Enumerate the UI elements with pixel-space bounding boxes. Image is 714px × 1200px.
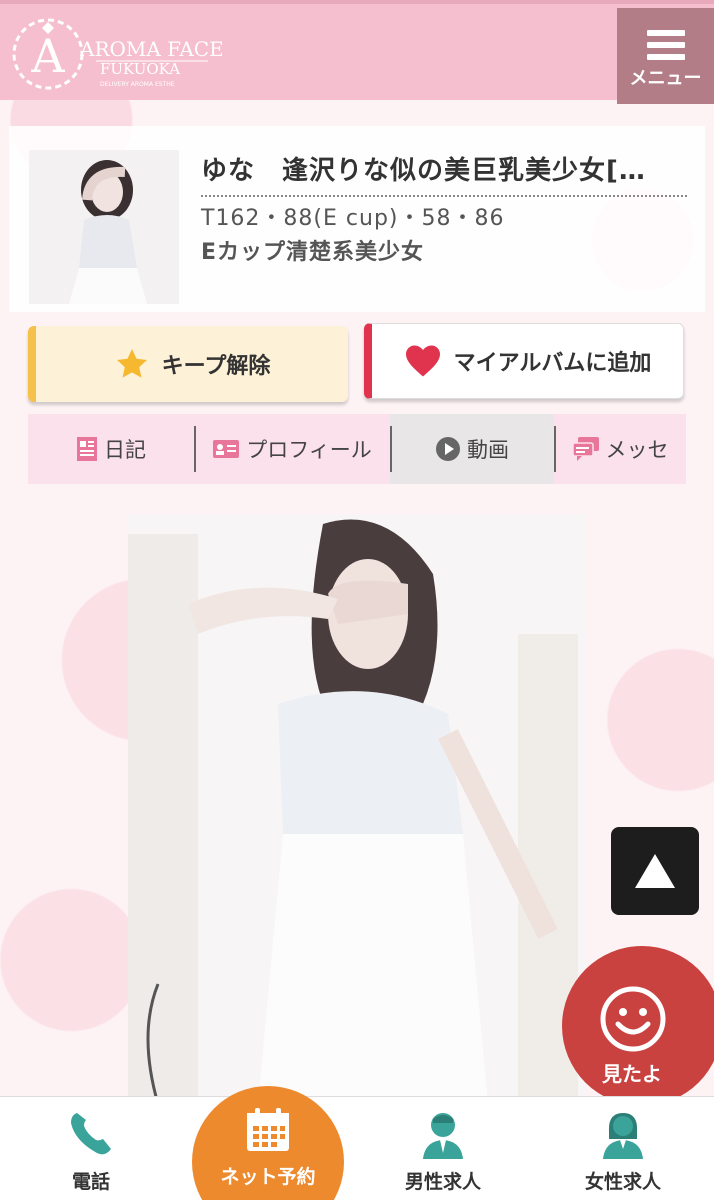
footer-phone-label: 電話 <box>71 1171 110 1193</box>
scroll-to-top-button[interactable] <box>611 827 699 915</box>
profile-name: ゆな 逢沢りな似の美巨乳美少女[… <box>201 150 687 197</box>
play-icon <box>436 437 460 461</box>
logo-subtitle: FUKUOKA <box>100 60 180 78</box>
up-arrow-icon <box>635 854 675 888</box>
phone-icon <box>71 1113 111 1155</box>
site-header: A AROMA FACE FUKUOKA DELIVERY AROMA ESTH… <box>0 0 714 104</box>
tab-profile-label: プロフィール <box>246 438 372 462</box>
logo-letter: A <box>30 29 65 83</box>
tab-message[interactable]: メッセ <box>554 414 686 484</box>
tab-message-label: メッセ <box>605 438 669 462</box>
footer-nav: 電話 男性求人 女性求人 <box>0 1096 714 1200</box>
hamburger-icon <box>646 30 685 60</box>
mitayo-button[interactable]: 見たよ <box>562 946 714 1106</box>
tab-video-label: 動画 <box>467 438 509 462</box>
star-icon <box>116 349 147 378</box>
heart-icon <box>405 345 440 377</box>
add-to-album-button[interactable]: マイアルバムに追加 <box>364 323 684 399</box>
profile-card-icon <box>213 440 240 458</box>
girl-photo-image <box>128 514 586 1104</box>
mitayo-label: 見たよ <box>602 1062 662 1086</box>
site-logo[interactable]: A AROMA FACE FUKUOKA DELIVERY AROMA ESTH… <box>12 16 224 96</box>
profile-tabs: 日記 プロフィール 動画 メッセ <box>28 414 686 484</box>
add-to-album-label: マイアルバムに追加 <box>453 351 652 376</box>
profile-stats: T162・88(E cup)・58・86 <box>201 206 505 231</box>
smile-icon <box>600 986 666 1052</box>
footer-male-jobs-button[interactable]: 男性求人 <box>368 1097 518 1200</box>
logo-tagline: DELIVERY AROMA ESTHE <box>100 81 175 88</box>
menu-label: メニュー <box>629 68 702 89</box>
profile-catchphrase: Eカップ清楚系美少女 <box>201 240 425 265</box>
tab-video[interactable]: 動画 <box>390 414 554 484</box>
keep-remove-label: キープ解除 <box>161 354 271 379</box>
menu-button[interactable]: メニュー <box>617 8 714 104</box>
calendar-icon <box>247 1108 289 1151</box>
main-profile-photo[interactable] <box>128 514 586 1104</box>
male-person-icon <box>423 1113 463 1159</box>
footer-female-jobs-label: 女性求人 <box>584 1171 661 1193</box>
tab-profile[interactable]: プロフィール <box>194 414 390 484</box>
profile-thumbnail[interactable] <box>29 150 179 304</box>
footer-phone-button[interactable]: 電話 <box>16 1097 166 1200</box>
tab-diary[interactable]: 日記 <box>28 414 194 484</box>
net-reservation-label: ネット予約 <box>220 1166 316 1188</box>
logo-wreath-icon: A AROMA FACE FUKUOKA DELIVERY AROMA ESTH… <box>12 18 224 90</box>
tab-diary-label: 日記 <box>104 438 146 462</box>
footer-male-jobs-label: 男性求人 <box>404 1171 481 1193</box>
logo-title: AROMA FACE <box>79 37 222 61</box>
message-icon <box>571 437 599 461</box>
female-person-icon <box>603 1113 643 1159</box>
diary-icon <box>77 437 97 461</box>
keep-remove-button[interactable]: キープ解除 <box>28 326 348 402</box>
footer-female-jobs-button[interactable]: 女性求人 <box>548 1097 698 1200</box>
profile-card: ゆな 逢沢りな似の美巨乳美少女[… T162・88(E cup)・58・86 E… <box>9 126 705 312</box>
girl-thumbnail-image <box>29 150 179 304</box>
